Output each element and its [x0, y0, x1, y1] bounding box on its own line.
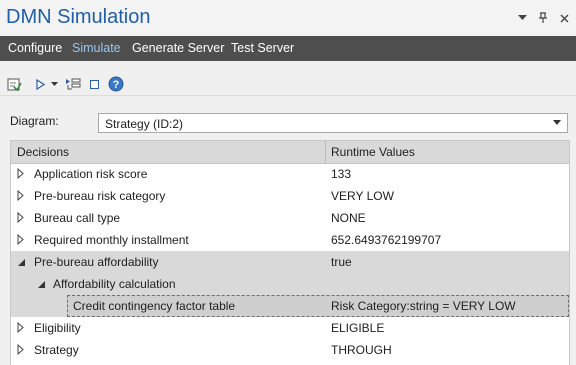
runtime-value: THROUGH: [331, 343, 392, 357]
table-row[interactable]: Required monthly installment 652.6493762…: [11, 229, 569, 251]
decision-name: Affordability calculation: [53, 277, 176, 291]
runtime-value: NONE: [331, 211, 366, 225]
tab-configure[interactable]: Configure: [8, 41, 62, 55]
step-icon[interactable]: [64, 76, 82, 92]
runtime-value: true: [331, 255, 352, 269]
tab-simulate[interactable]: Simulate: [72, 41, 121, 55]
decision-name: Pre-bureau affordability: [34, 255, 159, 269]
table-row[interactable]: Affordability calculation: [11, 273, 569, 295]
decision-name: Application risk score: [34, 167, 148, 181]
decision-name: Strategy: [34, 343, 79, 357]
decision-name: Bureau call type: [34, 211, 121, 225]
stop-icon[interactable]: [88, 76, 100, 92]
close-icon[interactable]: [558, 12, 570, 24]
decision-name: Credit contingency factor table: [73, 299, 236, 313]
expand-arrow-icon[interactable]: [17, 167, 27, 180]
collapse-arrow-icon[interactable]: [17, 256, 27, 268]
expand-arrow-icon[interactable]: [17, 189, 27, 202]
svg-text:?: ?: [113, 79, 120, 91]
run-dropdown-icon[interactable]: [49, 76, 59, 92]
runtime-value: ELIGIBLE: [331, 321, 385, 335]
expand-arrow-icon[interactable]: [17, 233, 27, 246]
expand-arrow-icon[interactable]: [17, 321, 27, 334]
pin-icon[interactable]: [537, 12, 549, 24]
chevron-down-icon: [553, 117, 563, 129]
runtime-value: Risk Category:string = VERY LOW: [331, 299, 516, 313]
help-icon[interactable]: ?: [107, 76, 125, 92]
collapse-arrow-icon[interactable]: [37, 278, 47, 290]
table-row[interactable]: Eligibility ELIGIBLE: [11, 317, 569, 339]
title-bar: DMN Simulation: [0, 0, 576, 36]
expand-arrow-icon[interactable]: [17, 211, 27, 224]
tab-test-server[interactable]: Test Server: [231, 41, 294, 55]
decision-name: Eligibility: [34, 321, 81, 335]
run-icon[interactable]: [34, 76, 46, 92]
table-row[interactable]: Application risk score 133: [11, 163, 569, 185]
table-row[interactable]: Strategy THROUGH: [11, 339, 569, 361]
decisions-grid: Decisions Runtime Values Application ris…: [10, 140, 570, 365]
column-divider[interactable]: [325, 141, 326, 163]
tab-bar: Configure Simulate Generate Server Test …: [0, 36, 576, 61]
chevron-down-icon[interactable]: [516, 12, 528, 24]
expand-arrow-icon[interactable]: [17, 343, 27, 356]
runtime-value: 133: [331, 167, 352, 181]
window-title: DMN Simulation: [6, 6, 151, 28]
validate-icon[interactable]: [6, 76, 22, 92]
diagram-select[interactable]: Strategy (ID:2): [98, 113, 568, 133]
table-row[interactable]: Pre-bureau risk category VERY LOW: [11, 185, 569, 207]
tab-generate-server[interactable]: Generate Server: [132, 41, 224, 55]
grid-header: Decisions Runtime Values: [11, 141, 569, 164]
indent-band: [11, 295, 67, 317]
table-row[interactable]: Pre-bureau affordability true: [11, 251, 569, 273]
column-header-runtime-values[interactable]: Runtime Values: [331, 145, 415, 159]
diagram-label: Diagram:: [10, 114, 59, 128]
column-header-decisions[interactable]: Decisions: [17, 145, 69, 159]
table-row[interactable]: Bureau call type NONE: [11, 207, 569, 229]
indent-band: [11, 273, 31, 295]
decision-name: Pre-bureau risk category: [34, 189, 166, 203]
diagram-select-value: Strategy (ID:2): [105, 117, 184, 131]
table-row[interactable]: Credit contingency factor table Risk Cat…: [11, 295, 569, 317]
toolbar: ?: [0, 61, 576, 96]
window-controls: [516, 12, 570, 24]
runtime-value: VERY LOW: [331, 189, 394, 203]
runtime-value: 652.6493762199707: [331, 233, 442, 247]
decision-name: Required monthly installment: [34, 233, 189, 247]
